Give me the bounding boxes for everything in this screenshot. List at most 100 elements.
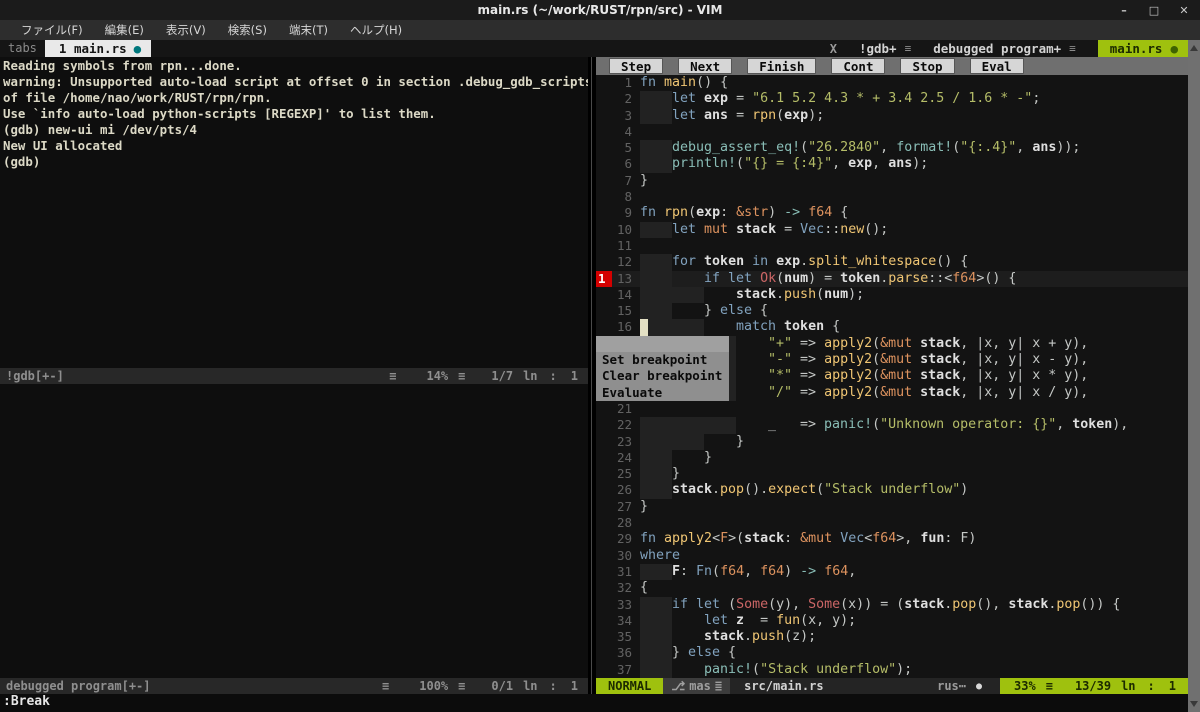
code-token: (z);	[784, 629, 816, 645]
code-token: Vec	[800, 222, 824, 238]
line-number: 1	[612, 75, 632, 91]
code-token: exp	[776, 254, 800, 270]
tabline-close-button[interactable]: X	[830, 42, 837, 56]
code-token: }	[640, 499, 648, 515]
eval-button[interactable]: Eval	[970, 58, 1024, 74]
gdb-console-window[interactable]: Reading symbols from rpn...done.warning:…	[0, 57, 588, 368]
menu-item[interactable]: 端末(T)	[278, 20, 339, 40]
code-token: ;	[1032, 91, 1040, 107]
code-token: (	[952, 140, 960, 156]
code-token: f64	[952, 271, 976, 287]
code-token: );	[808, 108, 824, 124]
next-button[interactable]: Next	[678, 58, 732, 74]
code-line: 6println!("{} = {:4}", exp, ans);	[596, 156, 1188, 172]
menu-item[interactable]: ファイル(F)	[10, 20, 94, 40]
maximize-button[interactable]: □	[1144, 4, 1164, 17]
code-token: .	[1048, 597, 1056, 613]
scroll-up-icon[interactable]	[1190, 45, 1198, 51]
menu-item-set-breakpoint[interactable]: Set breakpoint	[596, 352, 729, 368]
code-token: ->	[800, 564, 816, 580]
colon: :	[550, 369, 557, 383]
breakpoint-sign[interactable]: 1	[596, 271, 612, 287]
code-token: (	[800, 140, 808, 156]
modified-dot-icon: ●	[1170, 41, 1178, 57]
indent-guide	[640, 254, 672, 270]
code-line: 16match token {	[596, 319, 1188, 335]
tab-main-rs[interactable]: 1 main.rs ●	[45, 40, 151, 57]
close-button[interactable]: ✕	[1174, 4, 1194, 17]
code-token: rpn	[664, 205, 688, 221]
buffer-item[interactable]: !gdb+	[859, 41, 897, 56]
code-token: &mut	[880, 385, 912, 401]
indent-guide	[640, 271, 672, 287]
indent	[640, 597, 672, 613]
code-token: stack	[704, 629, 744, 645]
indent	[640, 254, 672, 270]
indent	[640, 287, 736, 303]
code-token: .	[712, 482, 720, 498]
code-token: "-"	[768, 352, 792, 368]
indent-guide	[640, 482, 672, 498]
code-token: .	[944, 597, 952, 613]
menu-item[interactable]: 検索(S)	[217, 20, 278, 40]
window-separator[interactable]	[591, 57, 592, 694]
line-number: 33	[612, 597, 632, 613]
code-token: }	[736, 434, 744, 450]
code-token: () {	[696, 75, 728, 91]
list-icon: ≡	[458, 369, 465, 383]
code-token: ,	[872, 156, 888, 172]
code-token: (	[736, 156, 744, 172]
indent	[640, 319, 736, 335]
terminal-scrollbar[interactable]	[1188, 40, 1200, 712]
menubar: ファイル(F)編集(E)表示(V)検索(S)端末(T)ヘルプ(H)	[0, 20, 1200, 40]
code-token	[688, 597, 696, 613]
list-icon: ≡	[905, 42, 912, 55]
code-token: stack	[920, 352, 960, 368]
code-token: {	[752, 303, 768, 319]
code-token: pop	[1056, 597, 1080, 613]
minimize-button[interactable]: –	[1114, 4, 1134, 17]
code-token: stack	[744, 531, 784, 547]
line-number: 10	[612, 222, 632, 238]
code-token: for	[672, 254, 696, 270]
line-number: 28	[612, 515, 632, 531]
code-token: , |x, y| x + y),	[960, 336, 1088, 352]
menu-item[interactable]: 編集(E)	[94, 20, 155, 40]
code-line: 8	[596, 189, 1188, 205]
list-icon: ≡	[458, 679, 465, 693]
stop-button[interactable]: Stop	[900, 58, 954, 74]
code-token: :	[680, 564, 696, 580]
buffer-item[interactable]: debugged program+	[933, 41, 1061, 56]
sign-column	[596, 450, 612, 466]
code-token: .	[744, 629, 752, 645]
step-button[interactable]: Step	[609, 58, 663, 74]
indent	[640, 108, 672, 124]
line-position: 1/7	[491, 369, 513, 383]
vim-command-line[interactable]: :Break	[0, 694, 1188, 712]
finish-button[interactable]: Finish	[747, 58, 816, 74]
code-token: f64	[720, 564, 744, 580]
code-token: if	[704, 271, 720, 287]
scroll-down-icon[interactable]	[1190, 701, 1198, 707]
menu-item-clear-breakpoint[interactable]: Clear breakpoint	[596, 368, 729, 384]
code-token: Ok	[760, 271, 776, 287]
menu-item[interactable]: ヘルプ(H)	[339, 20, 413, 40]
code-token: Some	[736, 597, 768, 613]
cont-button[interactable]: Cont	[831, 58, 885, 74]
code-token: fn	[640, 75, 656, 91]
debugged-program-window[interactable]	[0, 384, 588, 678]
scroll-percent: 100%	[419, 679, 448, 693]
code-line: 15} else {	[596, 303, 1188, 319]
code-token: stack	[920, 368, 960, 384]
line-number: 16	[612, 319, 632, 335]
code-token: (x)) = (	[840, 597, 904, 613]
popup-header	[596, 336, 729, 352]
menu-item[interactable]: 表示(V)	[155, 20, 217, 40]
code-token: <	[712, 531, 720, 547]
menu-item-evaluate[interactable]: Evaluate	[596, 385, 729, 401]
code-line: 33if let (Some(y), Some(x)) = (stack.pop…	[596, 597, 1188, 613]
buffer-item-main-rs-active[interactable]: main.rs●	[1098, 40, 1188, 57]
sign-column	[596, 580, 612, 596]
line-number: 2	[612, 91, 632, 107]
line-number: 13	[612, 271, 632, 287]
